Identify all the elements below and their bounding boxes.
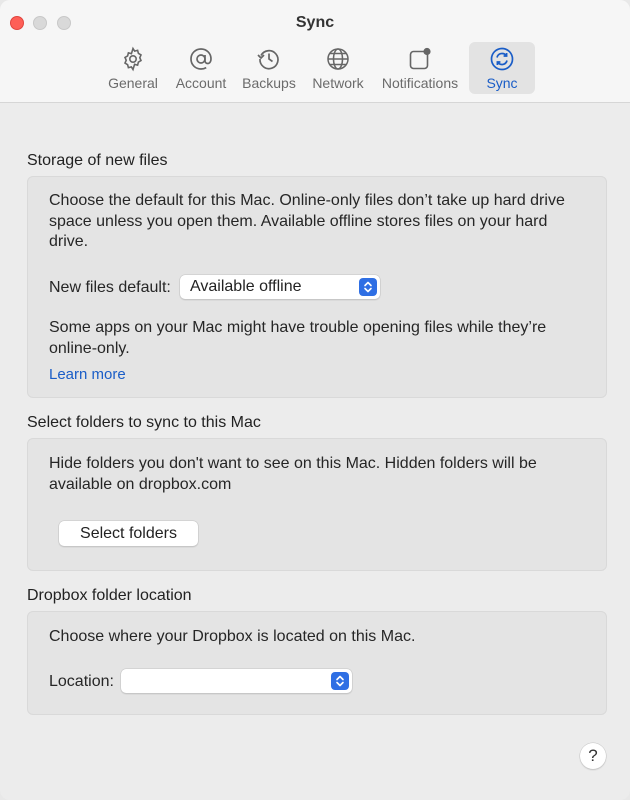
select-folders-description: Hide folders you don't want to see on th…: [49, 455, 537, 493]
location-select[interactable]: [121, 669, 352, 693]
tab-account-label: Account: [175, 75, 227, 91]
at-icon: [190, 48, 212, 70]
tab-general[interactable]: General: [106, 42, 160, 94]
title-bar: Sync General Account Backups Network Not…: [0, 0, 630, 103]
notification-icon: [409, 47, 431, 70]
tab-notifications-label: Notifications: [381, 75, 459, 91]
sync-icon: [490, 47, 514, 71]
history-icon: [257, 49, 279, 70]
new-files-default-value: Available offline: [190, 278, 302, 295]
select-folders-section-title: Select folders to sync to this Mac: [27, 414, 261, 431]
online-only-warning: Some apps on your Mac might have trouble…: [49, 319, 547, 357]
location-label: Location:: [49, 673, 114, 690]
globe-icon: [327, 48, 349, 70]
gear-icon: [123, 46, 143, 72]
tab-notifications[interactable]: Notifications: [378, 42, 462, 94]
chevron-updown-icon: [359, 278, 377, 296]
storage-description: Choose the default for this Mac. Online-…: [49, 192, 565, 250]
tab-network[interactable]: Network: [309, 42, 367, 94]
location-description: Choose where your Dropbox is located on …: [49, 628, 416, 645]
tab-account[interactable]: Account: [172, 42, 230, 94]
location-panel: Choose where your Dropbox is located on …: [27, 611, 607, 715]
new-files-default-select[interactable]: Available offline: [180, 275, 380, 299]
new-files-default-label: New files default:: [49, 279, 171, 296]
chevron-updown-icon: [331, 672, 349, 690]
select-folders-panel: Hide folders you don't want to see on th…: [27, 438, 607, 571]
storage-panel: Choose the default for this Mac. Online-…: [27, 176, 607, 398]
location-section-title: Dropbox folder location: [27, 587, 192, 604]
tab-general-label: General: [108, 75, 158, 91]
window-title: Sync: [295, 14, 335, 31]
tab-sync-label: Sync: [486, 75, 518, 91]
tab-sync[interactable]: Sync: [469, 42, 535, 94]
storage-section-title: Storage of new files: [27, 152, 168, 169]
tab-network-label: Network: [312, 75, 364, 91]
tab-backups[interactable]: Backups: [240, 42, 298, 94]
tab-backups-label: Backups: [242, 75, 296, 91]
preferences-window: Sync General Account Backups Network Not…: [0, 0, 630, 800]
select-folders-button[interactable]: Select folders: [59, 521, 198, 546]
learn-more-link[interactable]: Learn more: [49, 365, 139, 386]
help-button[interactable]: ?: [580, 743, 606, 769]
